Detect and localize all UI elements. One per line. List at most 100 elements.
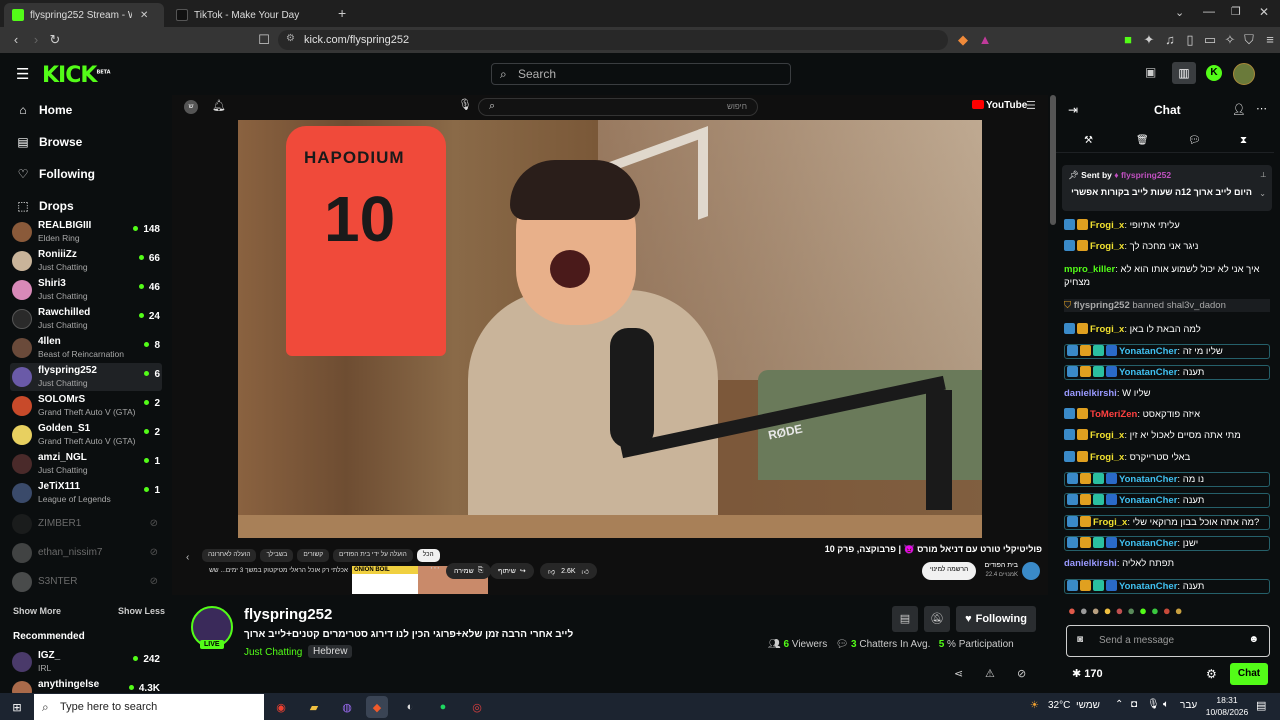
stream-channel-name[interactable]: flyspring252 xyxy=(244,606,332,623)
channel-item[interactable]: amzi_NGL Just Chatting 1 xyxy=(10,450,162,478)
kick-logo[interactable]: KICKBETA xyxy=(42,63,111,88)
mute-notifications-icon[interactable]: 🔕︎ xyxy=(924,606,950,632)
brave-shield-icon[interactable]: ◆ xyxy=(955,32,971,48)
chip-uploaded-by[interactable]: הועלה על ידי בית הפודים xyxy=(333,549,413,562)
back-icon[interactable]: ‹ xyxy=(8,32,24,48)
hammer-icon[interactable]: ⚒ xyxy=(1084,135,1093,146)
channel-points[interactable]: ✱ 170 xyxy=(1072,667,1103,680)
chat-message[interactable]: Frogi_x: מה אתה אוכל בבון מרוקאי שלי? xyxy=(1064,515,1270,530)
channel-item[interactable]: 4llen Beast of Reincarnation 8 xyxy=(10,334,162,362)
mic-icon[interactable]: 🎙︎ xyxy=(458,98,472,111)
emote-icon[interactable]: ● xyxy=(1080,603,1088,621)
chat-username[interactable]: Frogi_x xyxy=(1090,241,1124,252)
channel-item-offline[interactable]: ethan_nissim7 ⊘ xyxy=(10,539,162,567)
emote-icon[interactable]: ● xyxy=(1175,603,1183,621)
emote-icon[interactable]: ● xyxy=(1151,603,1159,621)
close-tab-icon[interactable]: ✕ xyxy=(140,10,148,21)
save-button[interactable]: שמירה ⎘ xyxy=(446,563,492,579)
dislike-icon[interactable]: 👎︎ xyxy=(548,567,555,576)
emote-icon[interactable]: ● xyxy=(1092,603,1100,621)
chat-message[interactable]: danielkirshi: W שליו xyxy=(1064,387,1270,400)
sidebar-toggle-icon[interactable]: ▯ xyxy=(1182,32,1198,48)
chat-username[interactable]: YonatanCher xyxy=(1119,495,1177,506)
channel-item[interactable]: RoniiiZz Just Chatting 66 xyxy=(10,247,162,275)
minimize-icon[interactable]: — xyxy=(1203,4,1215,18)
chat-message[interactable]: Frogi_x: עליתי אתיופי xyxy=(1064,219,1270,232)
chat-message[interactable]: YonatanCher: ישנן xyxy=(1064,536,1270,551)
chat-message[interactable]: YonatanCher: תענה xyxy=(1064,579,1270,594)
extensions-icon[interactable]: ✦ xyxy=(1141,32,1157,48)
video-player[interactable]: ש 🔔︎ 🎙︎ ⌕ חיפוש YouTube ☰ HAPODIUM 10 RØ… xyxy=(172,95,1056,595)
chat-username[interactable]: Frogi_x xyxy=(1090,220,1124,231)
chat-message[interactable]: mpro_killer: איך אני לא יכול לשמוע אותו … xyxy=(1064,263,1270,289)
sidebar-item-home[interactable]: ⌂ Home xyxy=(16,99,72,121)
chat-input[interactable]: ◙ Send a message ☻ xyxy=(1066,625,1270,657)
chat-username[interactable]: flyspring252 xyxy=(1074,300,1130,311)
search-input[interactable]: ⌕ Search xyxy=(491,63,791,85)
chat-username[interactable]: Frogi_x xyxy=(1090,430,1124,441)
subscribe-icon[interactable]: ▤ xyxy=(892,606,918,632)
chevron-down-icon[interactable]: ⌄ xyxy=(1259,189,1266,198)
channel-item[interactable]: JeTiX111 League of Legends 1 xyxy=(10,479,162,507)
chat-username[interactable]: danielkirshi xyxy=(1064,558,1117,569)
sidebar-item-following[interactable]: ♡ Following xyxy=(16,163,95,185)
share-button[interactable]: שיתוף ↪ xyxy=(490,563,534,579)
related-title[interactable]: אכלתי רק אוכל הראלי מטיקטוק במשך 3 ימים.… xyxy=(186,566,348,575)
cast-icon[interactable]: ▣ xyxy=(1145,65,1161,81)
channel-item[interactable]: Golden_S1 Grand Theft Auto V (GTA) 2 xyxy=(10,421,162,449)
hamburger-icon[interactable]: ☰ xyxy=(16,65,29,83)
chat-message[interactable]: YonatanCher: תענה xyxy=(1064,493,1270,508)
youtube-channel-name[interactable]: בית הפודים xyxy=(978,562,1018,569)
chat-settings-icon[interactable]: ⚙ xyxy=(1206,667,1217,681)
emote-icon[interactable]: ● xyxy=(1127,603,1135,621)
emote-icon[interactable]: ● xyxy=(1115,603,1123,621)
chat-system-message[interactable]: ⛉ flyspring252 banned shal3v_dadon xyxy=(1064,299,1270,312)
chat-message[interactable]: YonatanCher: שליו מי זה xyxy=(1064,344,1270,359)
chat-username[interactable]: YonatanCher xyxy=(1119,538,1177,549)
emote-icon[interactable]: ● xyxy=(1068,603,1076,621)
chat-username[interactable]: YonatanCher xyxy=(1119,474,1177,485)
chip-recent[interactable]: הועלה לאחרונה xyxy=(202,549,257,562)
chat-message[interactable]: Frogi_x: למה הבאת לו באן xyxy=(1064,323,1270,336)
chat-message[interactable]: danielkirshi: תפתח לאליה xyxy=(1064,557,1270,570)
chrome-icon[interactable]: ◉ xyxy=(270,696,292,718)
kick-k-icon[interactable]: K xyxy=(1206,65,1222,81)
like-dislike-button[interactable]: 👎︎ 2.6K 👍︎ xyxy=(540,563,597,579)
channel-item-offline[interactable]: S3NTER ⊘ xyxy=(10,568,162,596)
youtube-logo[interactable]: YouTube xyxy=(972,100,1027,111)
chat-username[interactable]: YonatanCher xyxy=(1119,367,1177,378)
sidebar-item-browse[interactable]: ▤ Browse xyxy=(16,131,82,153)
bookmark-icon[interactable]: ☐ xyxy=(256,32,272,48)
chat-username[interactable]: Frogi_x xyxy=(1090,324,1124,335)
volume-icon[interactable]: 🔈︎ xyxy=(1163,699,1169,710)
channel-item-offline[interactable]: ZIMBER1 ⊘ xyxy=(10,510,162,538)
like-icon[interactable]: 👍︎ xyxy=(582,567,589,576)
notifications-icon[interactable]: ▤ xyxy=(1256,699,1266,712)
chat-username[interactable]: mpro_killer xyxy=(1064,264,1115,275)
layout-icon[interactable]: ▥ xyxy=(1172,62,1196,84)
sidebar-item-drops[interactable]: ⬚ Drops xyxy=(16,195,73,217)
tab-search-icon[interactable]: ⌄ xyxy=(1175,6,1184,19)
forward-icon[interactable]: › xyxy=(28,32,44,48)
chat-message[interactable]: YonatanCher: תענה xyxy=(1064,365,1270,380)
language-indicator[interactable]: עבר xyxy=(1180,700,1197,711)
chip-for-you[interactable]: בשבילך xyxy=(260,549,294,562)
url-bar[interactable]: ⚙ kick.com/flyspring252 xyxy=(278,30,948,50)
share-icon[interactable]: ⋖ xyxy=(954,667,963,680)
channel-item[interactable]: flyspring252 Just Chatting 6 xyxy=(10,363,162,391)
close-window-icon[interactable]: ✕ xyxy=(1259,5,1269,19)
chat-username[interactable]: YonatanCher xyxy=(1119,581,1177,592)
stream-category[interactable]: Just Chatting xyxy=(244,647,302,658)
youtube-search-input[interactable]: ⌕ חיפוש xyxy=(478,98,758,116)
chat-username[interactable]: Frogi_x xyxy=(1090,452,1124,463)
show-less-button[interactable]: Show Less xyxy=(118,606,165,616)
report-icon[interactable]: ⚠ xyxy=(985,667,995,680)
chat-message[interactable]: ToMeriZen: איזה פודקאסט xyxy=(1064,408,1270,421)
chat-message[interactable]: Frogi_x: מתי אתה מסיים לאכול יא זין xyxy=(1064,429,1270,442)
chip-all[interactable]: הכל xyxy=(416,549,440,562)
taskbar-search-input[interactable]: ⌕ Type here to search xyxy=(34,694,264,720)
site-info-icon[interactable]: ⚙ xyxy=(286,33,295,44)
emoji-icon[interactable]: ☻ xyxy=(1248,634,1259,645)
wallet-icon[interactable]: ▭ xyxy=(1202,32,1218,48)
chat-bubble-icon[interactable]: 💬︎ xyxy=(1188,135,1201,146)
